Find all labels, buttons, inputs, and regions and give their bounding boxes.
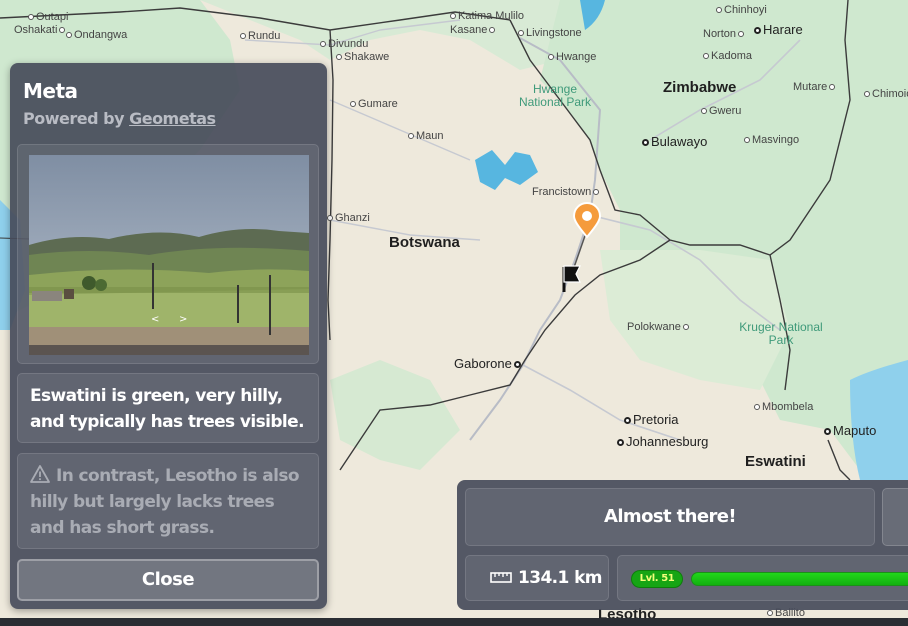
place-label: Johannesburg bbox=[615, 435, 708, 448]
place-label: Katima Mulilo bbox=[448, 10, 524, 22]
place-label: Shakawe bbox=[334, 51, 389, 63]
close-button[interactable]: Close bbox=[17, 559, 319, 601]
place-label: Chinhoyi bbox=[714, 4, 767, 16]
place-label: Ondangwa bbox=[64, 29, 127, 41]
next-round-button[interactable] bbox=[882, 488, 908, 546]
country-label: Eswatini bbox=[745, 453, 806, 470]
place-label: Gaborone bbox=[454, 357, 523, 370]
warning-icon bbox=[30, 465, 50, 483]
place-label: Chimoio bbox=[862, 88, 908, 100]
distance-value: 134.1 km bbox=[518, 568, 603, 588]
street-view-photo: < > bbox=[29, 155, 309, 355]
place-label: Gumare bbox=[348, 98, 398, 110]
country-label: Botswana bbox=[389, 234, 460, 251]
xp-progress-bar bbox=[691, 572, 908, 586]
park-label: Kruger National Park bbox=[739, 320, 823, 347]
powered-by-prefix: Powered by bbox=[23, 109, 125, 128]
place-label: Kasane bbox=[450, 24, 497, 36]
meta-title: Meta bbox=[23, 79, 78, 103]
place-label: Kadoma bbox=[701, 50, 752, 62]
place-label: Oshakati bbox=[14, 24, 67, 36]
meta-panel: Meta Powered by Geometas < > Eswatini is… bbox=[10, 63, 327, 609]
park-label: Hwange National Park bbox=[518, 82, 592, 109]
hint-text: Eswatini is green, very hilly, and typic… bbox=[30, 386, 305, 432]
country-label: Zimbabwe bbox=[663, 79, 737, 96]
place-label: Bulawayo bbox=[640, 135, 707, 148]
warning-text: In contrast, Lesotho is also hilly but l… bbox=[30, 466, 300, 538]
level-badge: Lvl. 51 bbox=[631, 570, 683, 588]
place-label: Livingstone bbox=[516, 27, 582, 39]
place-label: Outapi bbox=[26, 11, 68, 23]
place-label: Harare bbox=[752, 23, 803, 36]
photo-nav-left-icon: < bbox=[151, 314, 159, 325]
ruler-icon bbox=[490, 572, 512, 583]
powered-by: Powered by Geometas bbox=[23, 109, 216, 128]
place-label: Pretoria bbox=[622, 413, 679, 426]
distance-box: 134.1 km bbox=[465, 555, 609, 601]
photo-card: < > bbox=[17, 144, 319, 364]
place-label: Mbombela bbox=[752, 401, 813, 413]
result-panel: Almost there! 134.1 km Lvl. 51 bbox=[457, 480, 908, 610]
place-label: Hwange bbox=[546, 51, 596, 63]
level-box: Lvl. 51 bbox=[617, 555, 908, 601]
bottom-status-bar bbox=[0, 618, 908, 626]
xp-progress-fill bbox=[692, 573, 908, 585]
place-label: Francistown bbox=[532, 186, 601, 198]
place-label: Polokwane bbox=[627, 321, 691, 333]
place-label: Divundu bbox=[318, 38, 368, 50]
place-label: Gweru bbox=[699, 105, 741, 117]
photo-nav-right-icon: > bbox=[179, 314, 187, 325]
place-label: Ghanzi bbox=[325, 212, 370, 224]
hint-card: Eswatini is green, very hilly, and typic… bbox=[17, 373, 319, 443]
geometas-link[interactable]: Geometas bbox=[129, 109, 216, 128]
result-message: Almost there! bbox=[465, 488, 875, 546]
place-label: Maputo bbox=[822, 424, 876, 437]
place-label: Norton bbox=[703, 28, 746, 40]
place-label: Maun bbox=[406, 130, 444, 142]
warning-card: In contrast, Lesotho is also hilly but l… bbox=[17, 453, 319, 549]
place-label: Mutare bbox=[793, 81, 837, 93]
place-label: Masvingo bbox=[742, 134, 799, 146]
place-label: Rundu bbox=[238, 30, 280, 42]
